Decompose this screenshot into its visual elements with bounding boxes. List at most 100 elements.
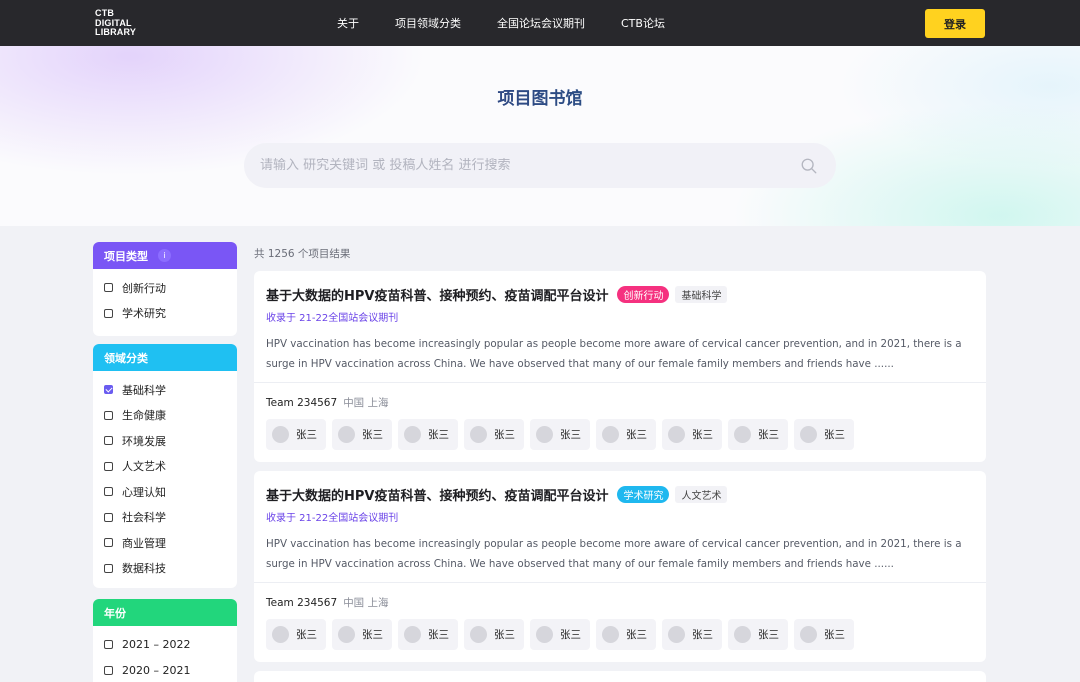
member-name: 张三 bbox=[692, 429, 713, 441]
member-chip[interactable]: 张三 bbox=[266, 619, 326, 650]
card-source-link[interactable]: 收录于 21-22全国站会议期刊 bbox=[266, 309, 398, 324]
filter-option-label: 2021 – 2022 bbox=[122, 638, 191, 652]
checkbox[interactable] bbox=[104, 308, 113, 318]
logo-line-3: LIBRARY bbox=[95, 27, 137, 37]
checkbox[interactable] bbox=[104, 538, 113, 548]
filter-option-label: 学术研究 bbox=[122, 307, 166, 321]
team-location: 中国 上海 bbox=[343, 397, 389, 409]
member-chip[interactable]: 张三 bbox=[596, 619, 656, 650]
member-name: 张三 bbox=[362, 429, 383, 441]
result-card[interactable]: 基于大数据的HPV疫苗科普、接种预约、疫苗调配平台设计 创新行动 基础科学收录于 2… bbox=[254, 271, 986, 462]
avatar bbox=[602, 426, 619, 443]
result-count: 共 1256 个项目结果 bbox=[254, 248, 351, 260]
login-button[interactable]: 登录 bbox=[925, 9, 985, 38]
avatar bbox=[470, 426, 487, 443]
member-list: 张三 张三 张三 张三 张三 张三 张三 张三 张三 bbox=[266, 419, 860, 450]
member-name: 张三 bbox=[560, 629, 581, 641]
search-icon[interactable] bbox=[800, 157, 818, 175]
filter-option[interactable]: 心理认知 bbox=[93, 479, 237, 505]
filter-option[interactable]: 2020 – 2021 bbox=[93, 658, 237, 682]
checkbox[interactable] bbox=[104, 512, 113, 522]
info-icon[interactable]: i bbox=[158, 249, 171, 262]
filter-title: 领域分类 bbox=[104, 351, 148, 365]
checkbox-checked[interactable] bbox=[104, 385, 113, 395]
filter-option[interactable]: 社会科学 bbox=[93, 505, 237, 531]
search-bar bbox=[244, 143, 836, 188]
checkbox[interactable] bbox=[104, 640, 113, 650]
filter-option[interactable]: 商业管理 bbox=[93, 530, 237, 556]
avatar bbox=[404, 626, 421, 643]
member-chip[interactable]: 张三 bbox=[530, 619, 590, 650]
member-chip[interactable]: 张三 bbox=[662, 619, 722, 650]
card-title-text[interactable]: 基于大数据的HPV疫苗科普、接种预约、疫苗调配平台设计 bbox=[266, 285, 608, 304]
member-chip[interactable]: 张三 bbox=[332, 419, 392, 450]
member-name: 张三 bbox=[362, 629, 383, 641]
filter-head-type: 项目类型 i bbox=[93, 242, 237, 269]
filter-option-label: 环境发展 bbox=[122, 434, 166, 448]
filter-title: 项目类型 bbox=[104, 249, 148, 263]
filter-option[interactable]: 环境发展 bbox=[93, 428, 237, 454]
nav-links: 关于 项目领域分类 全国论坛会议期刊 CTB论坛 bbox=[337, 0, 701, 46]
nav-link-about[interactable]: 关于 bbox=[337, 15, 359, 31]
avatar bbox=[602, 626, 619, 643]
member-name: 张三 bbox=[692, 629, 713, 641]
filter-option-label: 社会科学 bbox=[122, 511, 166, 525]
checkbox[interactable] bbox=[104, 410, 113, 420]
member-name: 张三 bbox=[494, 629, 515, 641]
avatar bbox=[800, 426, 817, 443]
avatar bbox=[668, 426, 685, 443]
page-title: 项目图书馆 bbox=[0, 84, 1080, 109]
nav-link-forum[interactable]: CTB论坛 bbox=[621, 15, 665, 31]
member-name: 张三 bbox=[560, 429, 581, 441]
filter-option[interactable]: 创新行动 bbox=[93, 275, 237, 301]
card-title[interactable]: 基于大数据的HPV疫苗科普、接种预约、疫苗调配平台设计 创新行动 基础科学 bbox=[266, 285, 728, 304]
filter-option[interactable]: 生命健康 bbox=[93, 403, 237, 429]
member-chip[interactable]: 张三 bbox=[332, 619, 392, 650]
filter-title: 年份 bbox=[104, 606, 126, 620]
avatar bbox=[536, 626, 553, 643]
card-title[interactable]: 基于大数据的HPV疫苗科普、接种预约、疫苗调配平台设计 学术研究 人文艺术 bbox=[266, 485, 728, 504]
avatar bbox=[404, 426, 421, 443]
nav-link-fields[interactable]: 项目领域分类 bbox=[395, 15, 461, 31]
member-chip[interactable]: 张三 bbox=[794, 419, 854, 450]
checkbox[interactable] bbox=[104, 461, 113, 471]
logo[interactable]: CTB DIGITAL LIBRARY bbox=[95, 8, 137, 38]
member-chip[interactable]: 张三 bbox=[662, 419, 722, 450]
member-chip[interactable]: 张三 bbox=[464, 619, 524, 650]
result-card[interactable]: 基于大数据的HPV疫苗科普、接种预约、疫苗调配平台设计 学术研究 人文艺术收录于 2… bbox=[254, 471, 986, 662]
filter-option-label: 基础科学 bbox=[122, 383, 166, 397]
filter-option-label: 创新行动 bbox=[122, 281, 166, 295]
filter-option-label: 心理认知 bbox=[122, 485, 166, 499]
filter-option[interactable]: 2021 – 2022 bbox=[93, 632, 237, 658]
card-title-text[interactable]: 基于大数据的HPV疫苗科普、接种预约、疫苗调配平台设计 bbox=[266, 485, 608, 504]
member-chip[interactable]: 张三 bbox=[794, 619, 854, 650]
member-name: 张三 bbox=[626, 429, 647, 441]
member-name: 张三 bbox=[824, 429, 845, 441]
member-chip[interactable]: 张三 bbox=[530, 419, 590, 450]
checkbox[interactable] bbox=[104, 665, 113, 675]
member-chip[interactable]: 张三 bbox=[728, 419, 788, 450]
checkbox[interactable] bbox=[104, 436, 113, 446]
nav-link-journals[interactable]: 全国论坛会议期刊 bbox=[497, 15, 585, 31]
card-source-link[interactable]: 收录于 21-22全国站会议期刊 bbox=[266, 509, 398, 524]
filter-option[interactable]: 数据科技 bbox=[93, 556, 237, 582]
result-card[interactable] bbox=[254, 671, 986, 682]
member-chip[interactable]: 张三 bbox=[464, 419, 524, 450]
checkbox[interactable] bbox=[104, 487, 113, 497]
member-chip[interactable]: 张三 bbox=[266, 419, 326, 450]
member-name: 张三 bbox=[428, 429, 449, 441]
member-name: 张三 bbox=[758, 629, 779, 641]
filter-option[interactable]: 基础科学 bbox=[93, 377, 237, 403]
top-nav: CTB DIGITAL LIBRARY 关于 项目领域分类 全国论坛会议期刊 C… bbox=[0, 0, 1080, 46]
search-input[interactable] bbox=[244, 158, 800, 173]
filter-option[interactable]: 学术研究 bbox=[93, 301, 237, 327]
checkbox[interactable] bbox=[104, 563, 113, 573]
member-chip[interactable]: 张三 bbox=[728, 619, 788, 650]
avatar bbox=[338, 626, 355, 643]
member-chip[interactable]: 张三 bbox=[398, 619, 458, 650]
avatar bbox=[668, 626, 685, 643]
filter-option[interactable]: 人文艺术 bbox=[93, 454, 237, 480]
member-chip[interactable]: 张三 bbox=[596, 419, 656, 450]
member-chip[interactable]: 张三 bbox=[398, 419, 458, 450]
checkbox[interactable] bbox=[104, 283, 113, 293]
